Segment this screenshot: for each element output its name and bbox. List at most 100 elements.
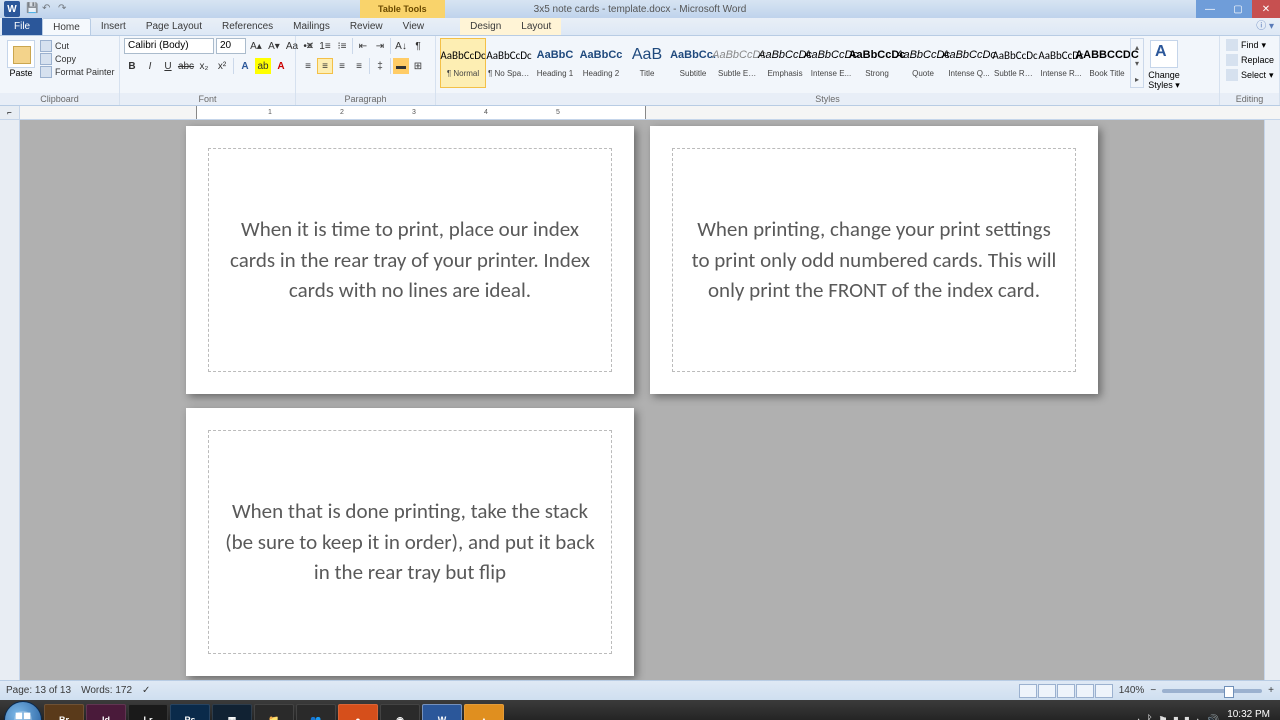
minimize-button[interactable]: — xyxy=(1196,0,1224,18)
taskbar-app[interactable]: ● xyxy=(338,704,378,720)
italic-button[interactable]: I xyxy=(142,58,158,74)
show-marks-button[interactable]: ¶ xyxy=(410,38,426,54)
style-intense-e-[interactable]: AaBbCcDcIntense E... xyxy=(808,38,854,88)
start-button[interactable] xyxy=(4,701,42,720)
shrink-font-button[interactable]: A▾ xyxy=(266,38,282,54)
document-canvas[interactable]: When it is time to print, place our inde… xyxy=(20,120,1264,680)
copy-button[interactable]: Copy xyxy=(40,53,115,65)
taskbar-app[interactable]: Br xyxy=(44,704,84,720)
style-subtle-em-[interactable]: AaBbCcDcSubtle Em... xyxy=(716,38,762,88)
tab-view[interactable]: View xyxy=(393,18,435,35)
draft-view[interactable] xyxy=(1095,684,1113,698)
tab-design[interactable]: Design xyxy=(460,18,511,35)
full-screen-view[interactable] xyxy=(1038,684,1056,698)
change-styles-button[interactable]: Change Styles ▾ xyxy=(1144,38,1184,91)
tab-layout[interactable]: Layout xyxy=(511,18,561,35)
close-button[interactable]: ✕ xyxy=(1252,0,1280,18)
undo-icon[interactable]: ↶ xyxy=(42,3,54,15)
style-title[interactable]: AaBTitle xyxy=(624,38,670,88)
page-indicator[interactable]: Page: 13 of 13 xyxy=(6,685,71,696)
style-quote[interactable]: AaBbCcDcQuote xyxy=(900,38,946,88)
tab-page-layout[interactable]: Page Layout xyxy=(136,18,212,35)
styles-more-button[interactable]: ▴▾▸ xyxy=(1130,38,1144,88)
grow-font-button[interactable]: A▴ xyxy=(248,38,264,54)
style--normal[interactable]: AaBbCcDc¶ Normal xyxy=(440,38,486,88)
align-center-button[interactable]: ≡ xyxy=(317,58,333,74)
format-painter-button[interactable]: Format Painter xyxy=(40,66,115,78)
taskbar-app[interactable]: Lr xyxy=(128,704,168,720)
justify-button[interactable]: ≡ xyxy=(351,58,367,74)
vertical-scrollbar[interactable] xyxy=(1264,120,1280,680)
subscript-button[interactable]: x₂ xyxy=(196,58,212,74)
line-spacing-button[interactable]: ‡ xyxy=(372,58,388,74)
network-icon[interactable]: ▮ xyxy=(1173,714,1179,720)
proofing-icon[interactable]: ✓ xyxy=(142,685,150,696)
decrease-indent-button[interactable]: ⇤ xyxy=(355,38,371,54)
zoom-slider[interactable] xyxy=(1162,689,1262,693)
select-button[interactable]: Select ▾ xyxy=(1224,68,1276,82)
tab-home[interactable]: Home xyxy=(42,18,91,35)
taskbar-app[interactable]: Ps xyxy=(170,704,210,720)
redo-icon[interactable]: ↷ xyxy=(58,3,70,15)
taskbar-app[interactable]: 📁 xyxy=(254,704,294,720)
style-subtle-ref-[interactable]: AaBbCcDcSubtle Ref... xyxy=(992,38,1038,88)
wifi-icon[interactable]: ▴ xyxy=(1195,714,1201,720)
underline-button[interactable]: U xyxy=(160,58,176,74)
style-book-title[interactable]: AABBCCDCBook Title xyxy=(1084,38,1130,88)
style-heading-1[interactable]: AaBbCHeading 1 xyxy=(532,38,578,88)
borders-button[interactable]: ⊞ xyxy=(410,58,426,74)
zoom-out-button[interactable]: − xyxy=(1150,685,1156,696)
strike-button[interactable]: abc xyxy=(178,58,194,74)
text-effects-button[interactable]: A xyxy=(237,58,253,74)
increase-indent-button[interactable]: ⇥ xyxy=(372,38,388,54)
index-card[interactable]: When it is time to print, place our inde… xyxy=(186,126,634,394)
replace-button[interactable]: Replace xyxy=(1224,53,1276,67)
zoom-level[interactable]: 140% xyxy=(1119,685,1145,696)
style-intense-q-[interactable]: AaBbCcDcIntense Q... xyxy=(946,38,992,88)
cut-button[interactable]: Cut xyxy=(40,40,115,52)
web-layout-view[interactable] xyxy=(1057,684,1075,698)
bullets-button[interactable]: •≡ xyxy=(300,38,316,54)
font-name-combo[interactable]: Calibri (Body) xyxy=(124,38,214,54)
tab-insert[interactable]: Insert xyxy=(91,18,136,35)
bluetooth-icon[interactable]: ᛒ xyxy=(1146,714,1153,720)
horizontal-ruler[interactable]: 12345 xyxy=(20,106,1280,119)
find-button[interactable]: Find ▾ xyxy=(1224,38,1276,52)
style--no-spaci-[interactable]: AaBbCcDc¶ No Spaci... xyxy=(486,38,532,88)
align-right-button[interactable]: ≡ xyxy=(334,58,350,74)
style-strong[interactable]: AaBbCcDcStrong xyxy=(854,38,900,88)
style-subtitle[interactable]: AaBbCc.Subtitle xyxy=(670,38,716,88)
zoom-in-button[interactable]: + xyxy=(1268,685,1274,696)
paste-button[interactable]: Paste xyxy=(4,38,38,78)
tab-references[interactable]: References xyxy=(212,18,283,35)
style-intense-r-[interactable]: AaBbCcDcIntense R... xyxy=(1038,38,1084,88)
clock[interactable]: 10:32 PM 9/5/2013 xyxy=(1227,709,1270,720)
tray-icon[interactable]: ⚑ xyxy=(1158,714,1168,720)
numbering-button[interactable]: 1≡ xyxy=(317,38,333,54)
sort-button[interactable]: A↓ xyxy=(393,38,409,54)
taskbar-app[interactable]: ▲ xyxy=(464,704,504,720)
taskbar-app[interactable]: ◉ xyxy=(380,704,420,720)
style-emphasis[interactable]: AaBbCcDcEmphasis xyxy=(762,38,808,88)
style-heading-2[interactable]: AaBbCcHeading 2 xyxy=(578,38,624,88)
tab-review[interactable]: Review xyxy=(340,18,393,35)
superscript-button[interactable]: x² xyxy=(214,58,230,74)
multilevel-button[interactable]: ⁝≡ xyxy=(334,38,350,54)
index-card[interactable]: When that is done printing, take the sta… xyxy=(186,408,634,676)
volume-icon[interactable]: 🔊 xyxy=(1205,714,1219,720)
shading-button[interactable]: ▬ xyxy=(393,58,409,74)
ribbon-help-icon[interactable]: ⓘ ▾ xyxy=(1256,18,1274,35)
vertical-ruler[interactable] xyxy=(0,120,20,680)
tab-mailings[interactable]: Mailings xyxy=(283,18,340,35)
taskbar-app[interactable]: 👥 xyxy=(296,704,336,720)
taskbar-app[interactable]: Id xyxy=(86,704,126,720)
maximize-button[interactable]: ▢ xyxy=(1224,0,1252,18)
font-size-combo[interactable]: 20 xyxy=(216,38,246,54)
file-tab[interactable]: File xyxy=(2,18,42,35)
font-color-button[interactable]: A xyxy=(273,58,289,74)
index-card[interactable]: When printing, change your print setting… xyxy=(650,126,1098,394)
bold-button[interactable]: B xyxy=(124,58,140,74)
word-count[interactable]: Words: 172 xyxy=(81,685,132,696)
taskbar-app[interactable]: W xyxy=(422,704,462,720)
tray-up-icon[interactable]: ▴ xyxy=(1136,714,1142,720)
